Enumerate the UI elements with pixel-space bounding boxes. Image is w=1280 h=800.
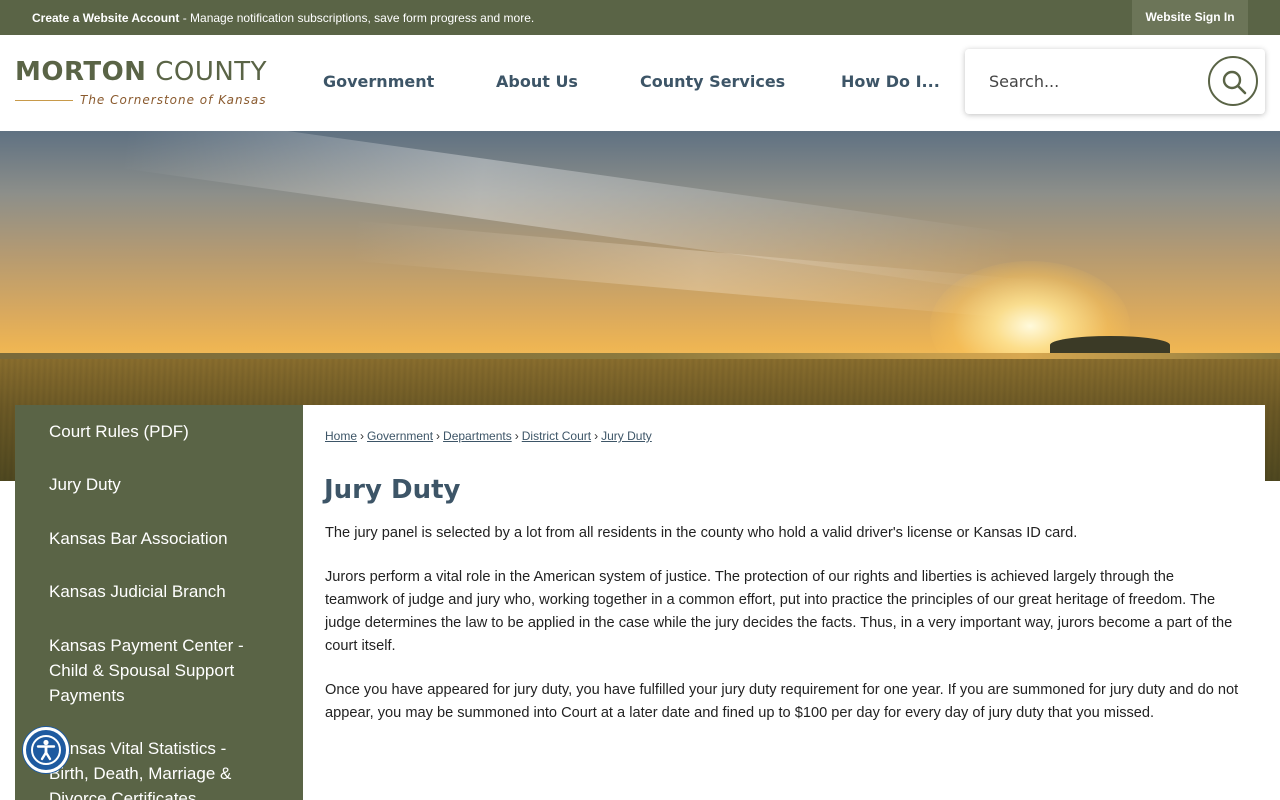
site-header: MORTON COUNTY The Cornerstone of Kansas … <box>0 35 1280 131</box>
accessibility-button[interactable] <box>23 727 69 773</box>
logo-divider <box>15 100 73 101</box>
site-logo[interactable]: MORTON COUNTY The Cornerstone of Kansas <box>15 57 267 113</box>
website-sign-in-button[interactable]: Website Sign In <box>1132 0 1248 35</box>
logo-title-bold: MORTON <box>15 57 147 87</box>
utility-bar: Create a Website Account - Manage notifi… <box>0 0 1280 35</box>
paragraph-juror-role: Jurors perform a vital role in the Ameri… <box>325 569 1233 654</box>
account-message-text: - Manage notification subscriptions, sav… <box>179 11 535 25</box>
nav-about-us[interactable]: About Us <box>496 72 578 91</box>
logo-tagline: The Cornerstone of Kansas <box>80 93 267 107</box>
nav-county-services[interactable]: County Services <box>640 72 785 91</box>
create-account-link[interactable]: Create a Website Account <box>32 11 179 25</box>
search-box <box>965 49 1265 114</box>
sidebar-item-kansas-payment-center[interactable]: Kansas Payment Center - Child & Spousal … <box>49 633 269 708</box>
sidebar-item-kansas-bar-association[interactable]: Kansas Bar Association <box>49 526 269 551</box>
paragraph-intro: The jury panel is selected by a lot from… <box>325 525 1078 541</box>
page-title: Jury Duty <box>324 475 461 505</box>
search-button[interactable] <box>1208 56 1258 106</box>
breadcrumb: Home › Government › Departments › District Cou… <box>325 429 652 443</box>
breadcrumb-departments[interactable]: Departments <box>443 429 512 443</box>
breadcrumb-district-court[interactable]: District Court <box>522 429 591 443</box>
main-content: Home › Government › Departments › District Cou… <box>303 405 1265 800</box>
search-icon <box>1222 70 1247 95</box>
hero-trees <box>1050 336 1170 354</box>
paragraph-requirement: Once you have appeared for jury duty, yo… <box>325 682 1239 721</box>
breadcrumb-government[interactable]: Government <box>367 429 433 443</box>
sidebar-item-kansas-vital-statistics[interactable]: Kansas Vital Statistics - Birth, Death, … <box>49 736 269 800</box>
nav-how-do-i[interactable]: How Do I... <box>841 72 940 91</box>
logo-title-rest: COUNTY <box>146 57 268 87</box>
nav-government[interactable]: Government <box>323 72 434 91</box>
logo-title: MORTON COUNTY <box>15 57 267 87</box>
accessibility-icon <box>31 735 61 765</box>
sidebar-item-court-rules[interactable]: Court Rules (PDF) <box>49 419 269 444</box>
search-input[interactable] <box>975 63 1195 99</box>
account-message: Create a Website Account - Manage notifi… <box>32 11 534 25</box>
sidebar-item-kansas-judicial-branch[interactable]: Kansas Judicial Branch <box>49 579 269 604</box>
sidebar-item-jury-duty[interactable]: Jury Duty <box>49 472 269 497</box>
breadcrumb-jury-duty[interactable]: Jury Duty <box>601 429 652 443</box>
breadcrumb-home[interactable]: Home <box>325 429 357 443</box>
